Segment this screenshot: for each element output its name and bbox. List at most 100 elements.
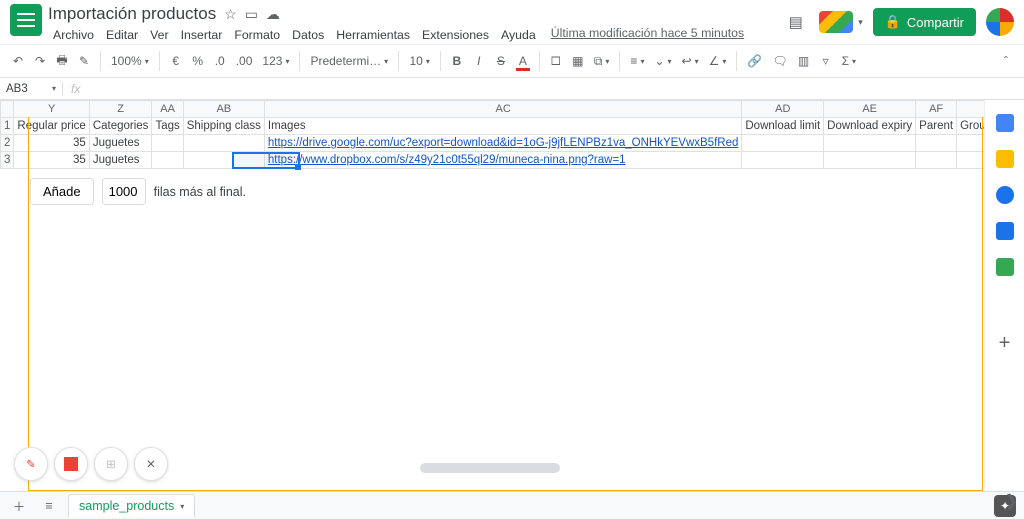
cell[interactable]: Grouped products <box>957 118 984 135</box>
cell[interactable]: Download limit <box>742 118 824 135</box>
paint-format-icon[interactable]: ✎ <box>74 49 94 73</box>
col-header-Z[interactable]: Z <box>89 101 152 118</box>
cell[interactable] <box>824 135 916 152</box>
sheets-logo[interactable] <box>10 4 42 36</box>
text-rotate-button[interactable]: ∠ <box>705 49 731 73</box>
vertical-align-button[interactable]: ⌄ <box>650 49 675 73</box>
menu-datos[interactable]: Datos <box>287 26 329 44</box>
italic-button[interactable]: I <box>469 49 489 73</box>
cloud-icon[interactable]: ☁ <box>266 6 280 23</box>
borders-button[interactable]: ▦ <box>568 49 588 73</box>
col-header-AD[interactable]: AD <box>742 101 824 118</box>
column-header-row[interactable]: Y Z AA AB AC AD AE AF AG AH <box>1 101 985 118</box>
row-header[interactable]: 3 <box>1 152 14 169</box>
text-color-button[interactable]: A <box>513 49 533 73</box>
cell[interactable]: https://www.dropbox.com/s/z49y21c0t55ql2… <box>264 152 741 169</box>
tasks-icon[interactable] <box>996 186 1014 204</box>
get-addons-icon[interactable]: + <box>999 332 1011 355</box>
undo-icon[interactable]: ↶ <box>8 49 28 73</box>
insert-chart-button[interactable]: ▥ <box>794 49 814 73</box>
print-icon[interactable]: 🖶 <box>52 49 72 73</box>
cell[interactable] <box>742 152 824 169</box>
all-sheets-button[interactable]: ≡ <box>38 499 60 513</box>
maps-icon[interactable] <box>996 258 1014 276</box>
cell[interactable] <box>183 135 264 152</box>
decrease-decimals-button[interactable]: .0 <box>210 49 230 73</box>
col-header-AC[interactable]: AC <box>264 101 741 118</box>
last-edit[interactable]: Última modificación hace 5 minutos <box>551 26 744 44</box>
cell[interactable] <box>824 152 916 169</box>
select-all-corner[interactable] <box>1 101 14 118</box>
menu-ver[interactable]: Ver <box>145 26 173 44</box>
menu-herramientas[interactable]: Herramientas <box>331 26 415 44</box>
cell[interactable]: Shipping class <box>183 118 264 135</box>
cell[interactable] <box>957 152 984 169</box>
menu-insertar[interactable]: Insertar <box>176 26 228 44</box>
add-sheet-button[interactable]: ＋ <box>8 496 30 515</box>
insert-link-button[interactable]: 🔗 <box>743 49 766 73</box>
annotate-grid-icon[interactable]: ⊞ <box>94 447 128 481</box>
row-3[interactable]: 3 35 Juguetes https://www.dropbox.com/s/… <box>1 152 985 169</box>
hide-sidepanel-icon[interactable]: ❯ <box>1005 491 1018 511</box>
share-button[interactable]: 🔒 Compartir <box>873 8 976 36</box>
redo-icon[interactable]: ↷ <box>30 49 50 73</box>
bold-button[interactable]: B <box>447 49 467 73</box>
horizontal-align-button[interactable]: ≡ <box>626 49 648 73</box>
cell[interactable]: Juguetes <box>89 135 152 152</box>
cell[interactable] <box>152 152 183 169</box>
cell[interactable]: Parent <box>916 118 957 135</box>
annotate-square-icon[interactable] <box>54 447 88 481</box>
currency-button[interactable]: € <box>166 49 186 73</box>
cell[interactable]: Download expiry <box>824 118 916 135</box>
cell[interactable] <box>916 135 957 152</box>
star-icon[interactable]: ☆ <box>224 6 237 23</box>
cell[interactable]: 35 <box>14 135 89 152</box>
cell[interactable]: https://drive.google.com/uc?export=downl… <box>264 135 741 152</box>
row-2[interactable]: 2 35 Juguetes https://drive.google.com/u… <box>1 135 985 152</box>
name-box-dropdown-icon[interactable]: ▾ <box>52 84 62 93</box>
font-family-dropdown[interactable]: Predetermi… <box>306 49 392 73</box>
zoom-dropdown[interactable]: 100% <box>107 49 153 73</box>
name-box[interactable]: AB3 <box>0 83 52 95</box>
row-header[interactable]: 1 <box>1 118 14 135</box>
col-header-AE[interactable]: AE <box>824 101 916 118</box>
menu-ayuda[interactable]: Ayuda <box>496 26 541 44</box>
cell[interactable] <box>742 135 824 152</box>
text-wrap-button[interactable]: ↩ <box>678 49 703 73</box>
calendar-icon[interactable] <box>996 114 1014 132</box>
col-header-AB[interactable]: AB <box>183 101 264 118</box>
comment-history-icon[interactable]: ▤ <box>783 11 809 33</box>
image-link[interactable]: https://drive.google.com/uc?export=downl… <box>268 137 738 149</box>
sheet-tab-sample-products[interactable]: sample_products ▾ <box>68 494 195 517</box>
cell[interactable] <box>152 135 183 152</box>
increase-decimals-button[interactable]: .00 <box>232 49 257 73</box>
cell[interactable]: Tags <box>152 118 183 135</box>
menu-editar[interactable]: Editar <box>101 26 143 44</box>
add-rows-input[interactable] <box>102 178 146 205</box>
move-icon[interactable]: ▭ <box>245 6 258 23</box>
menu-archivo[interactable]: Archivo <box>48 26 99 44</box>
toolbar-collapse-icon[interactable]: ˆ <box>996 49 1016 73</box>
percent-button[interactable]: % <box>188 49 208 73</box>
functions-button[interactable]: Σ <box>838 49 860 73</box>
spreadsheet-area[interactable]: Y Z AA AB AC AD AE AF AG AH 1 Regular pr… <box>0 100 984 491</box>
cell[interactable]: Juguetes <box>89 152 152 169</box>
cell[interactable]: Regular price <box>14 118 89 135</box>
create-filter-button[interactable]: ▿ <box>816 49 836 73</box>
number-format-dropdown[interactable]: 123 <box>258 49 293 73</box>
keep-icon[interactable] <box>996 150 1014 168</box>
insert-comment-button[interactable]: 🗨 <box>768 49 791 73</box>
doc-title[interactable]: Importación productos <box>48 4 216 24</box>
font-size-dropdown[interactable]: 10 <box>405 49 433 73</box>
cell[interactable]: Categories <box>89 118 152 135</box>
row-1[interactable]: 1 Regular price Categories Tags Shipping… <box>1 118 985 135</box>
col-header-AA[interactable]: AA <box>152 101 183 118</box>
cell[interactable] <box>183 152 264 169</box>
col-header-Y[interactable]: Y <box>14 101 89 118</box>
cell[interactable]: Images <box>264 118 741 135</box>
meet-icon[interactable] <box>819 11 853 33</box>
menu-extensiones[interactable]: Extensiones <box>417 26 494 44</box>
add-rows-button[interactable]: Añade <box>30 178 94 205</box>
annotate-close-icon[interactable]: ✕ <box>134 447 168 481</box>
merge-cells-button[interactable]: ⧉ <box>590 49 614 73</box>
